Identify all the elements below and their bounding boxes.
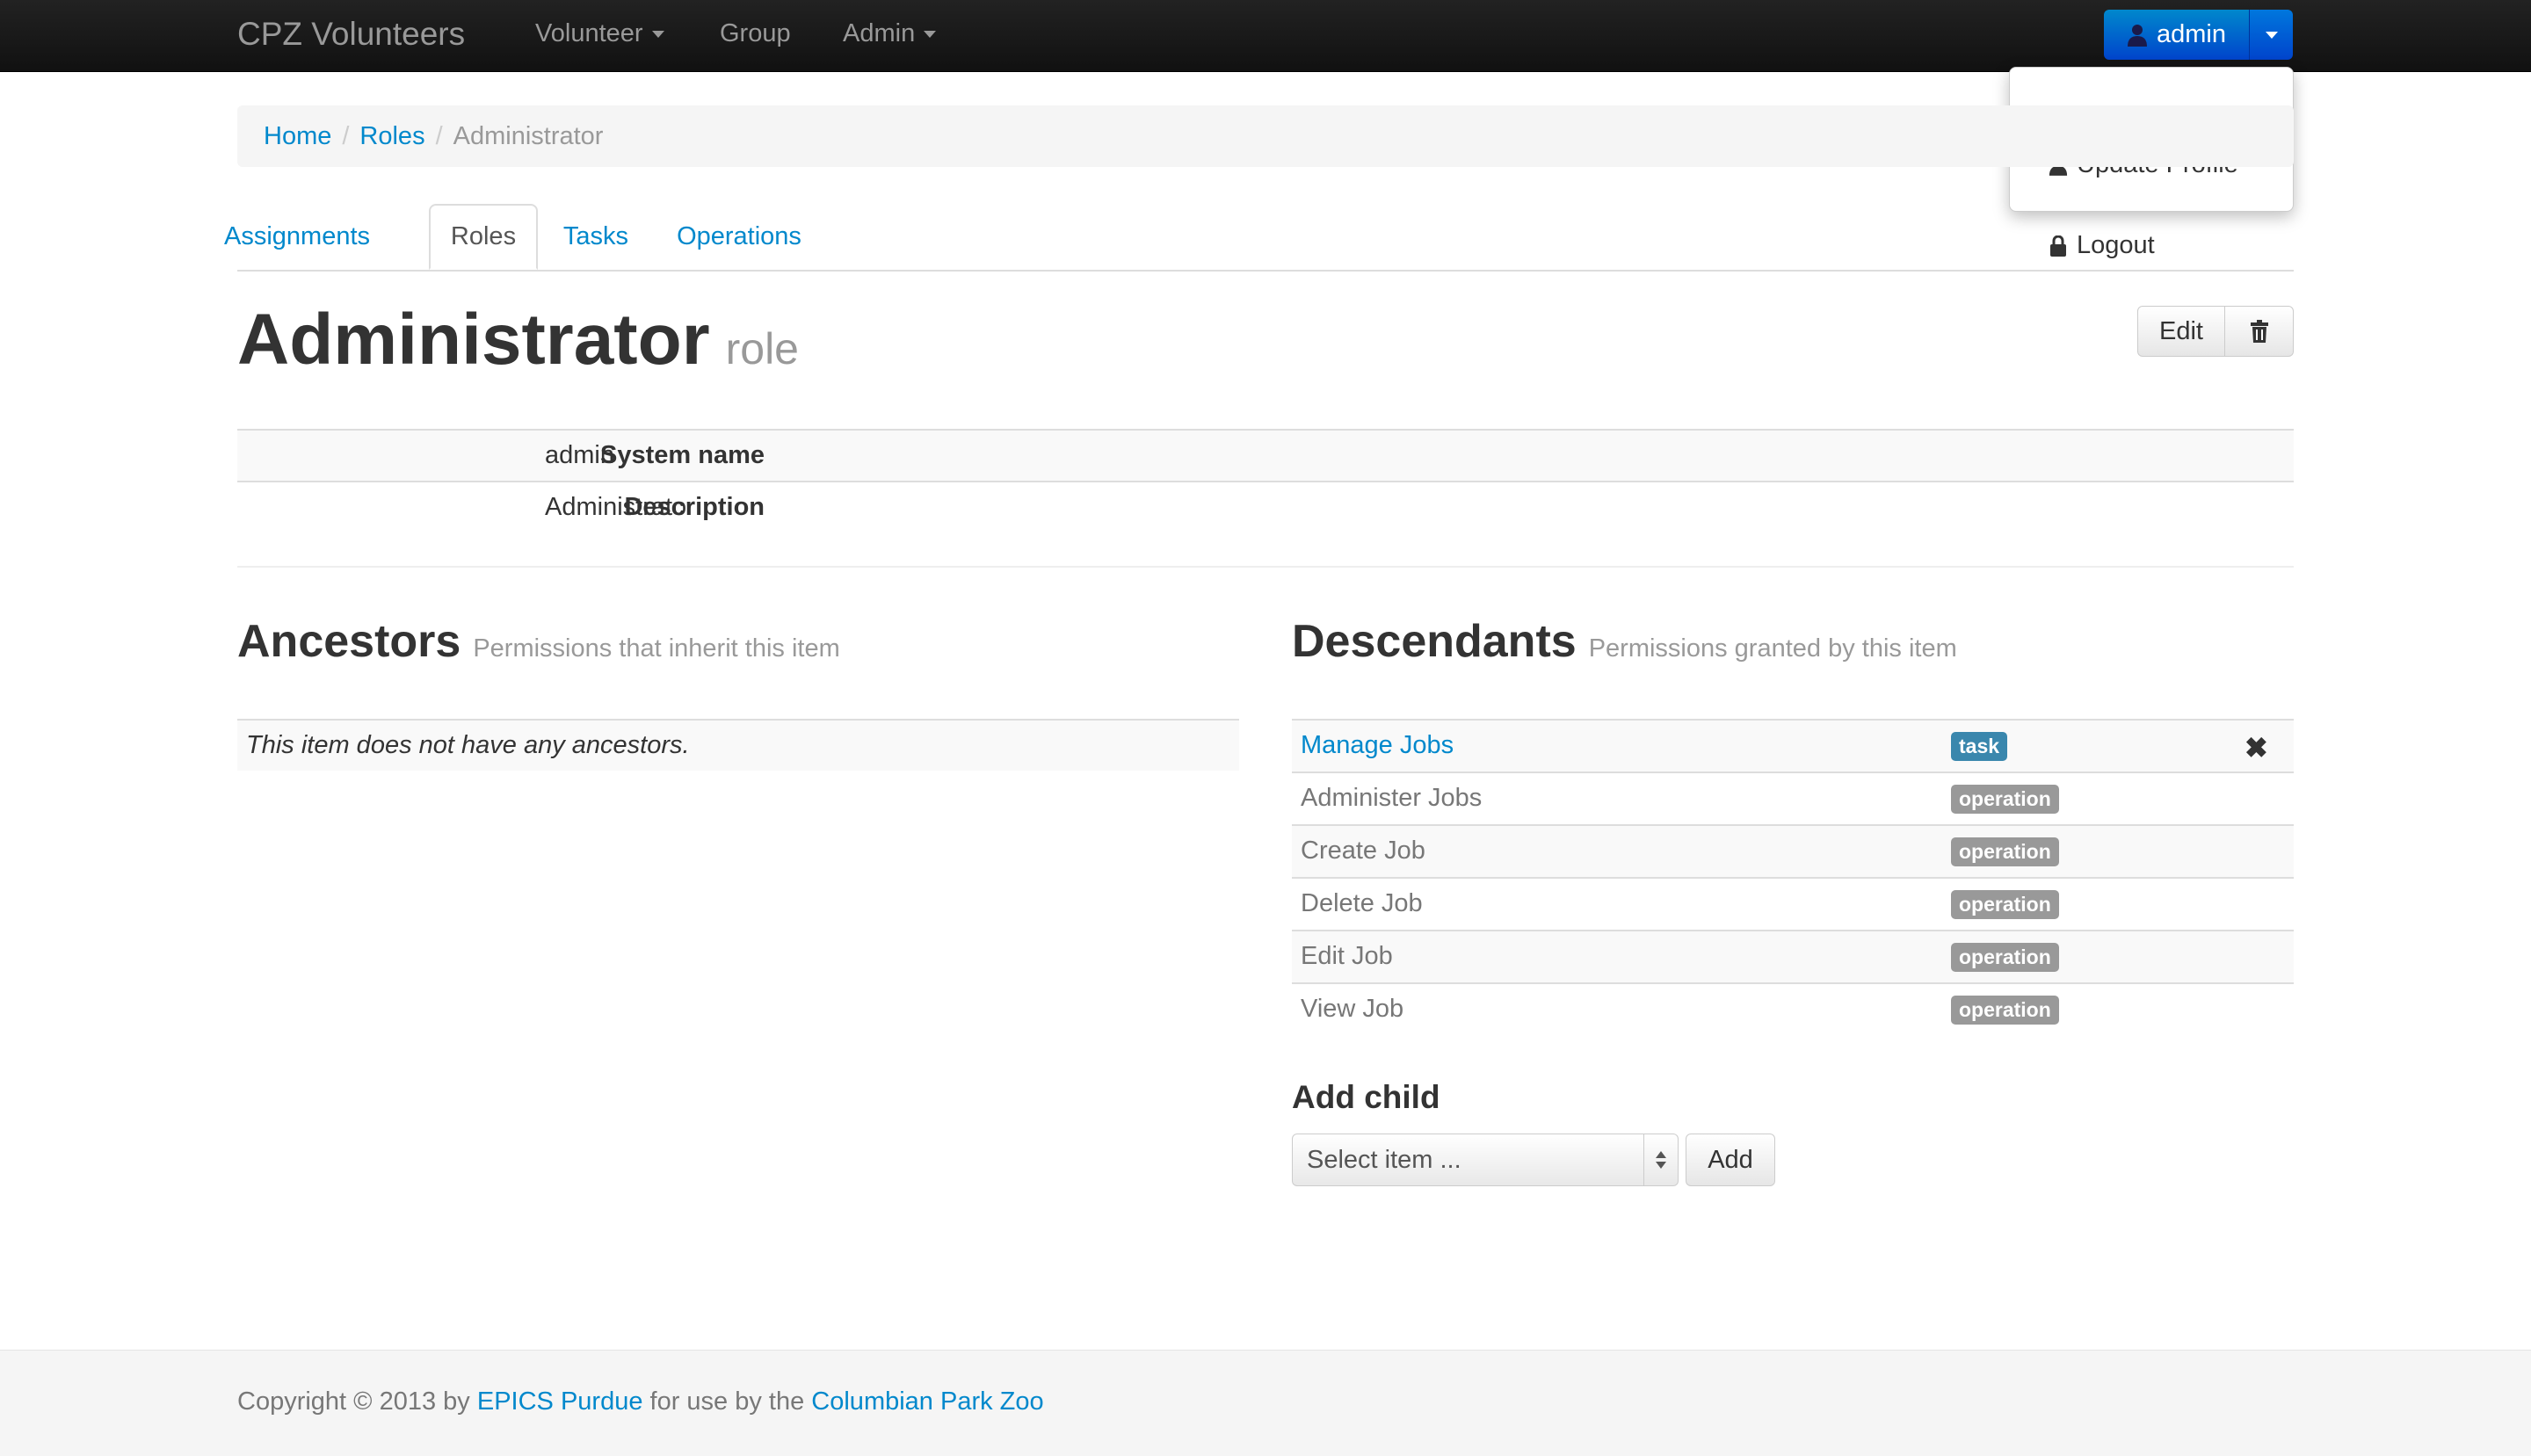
remove-icon[interactable]: ✖ — [2245, 731, 2268, 764]
add-child-title: Add child — [1292, 1079, 1440, 1115]
descendants-heading: Descendants Permissions granted by this i… — [1292, 615, 1957, 668]
chevron-down-icon — [924, 31, 937, 39]
breadcrumb-separator: / — [342, 122, 350, 150]
type-badge: operation — [1951, 837, 2059, 866]
descendant-name: Create Job — [1301, 837, 1425, 865]
ancestors-empty: This item does not have any ancestors. — [237, 719, 1239, 771]
type-badge: task — [1951, 732, 2008, 761]
descendant-name: Administer Jobs — [1301, 784, 1483, 812]
user-icon — [2128, 24, 2147, 47]
type-badge: operation — [1951, 943, 2059, 972]
divider — [237, 566, 2294, 568]
user-menu-toggle[interactable] — [2249, 10, 2293, 60]
detail-row-description: Description Administrator — [237, 481, 2294, 532]
tab-tasks[interactable]: Tasks — [550, 204, 642, 270]
descendants-title: Descendants — [1292, 616, 1577, 667]
type-badge: operation — [1951, 785, 2059, 814]
add-child-button[interactable]: Add — [1686, 1134, 1775, 1186]
descendant-name: View Job — [1301, 995, 1404, 1023]
edit-button[interactable]: Edit — [2137, 306, 2225, 357]
nav-group-label: Group — [720, 19, 791, 47]
navbar: CPZ Volunteers Volunteer Group Admin adm… — [0, 0, 2531, 72]
table-row: View Job operation — [1292, 982, 2294, 1035]
footer-prefix: Copyright © 2013 by — [237, 1387, 477, 1416]
footer-text: Copyright © 2013 by EPICS Purdue for use… — [237, 1387, 1044, 1416]
descendants-subtitle: Permissions granted by this item — [1588, 634, 1957, 663]
detail-value: Administrator — [545, 493, 695, 521]
breadcrumb-separator: / — [435, 122, 443, 150]
table-row: Administer Jobs operation — [1292, 771, 2294, 824]
chevron-down-icon — [2265, 31, 2278, 39]
ancestors-empty-text: This item does not have any ancestors. — [246, 731, 690, 759]
page-title-text: Administrator — [237, 300, 710, 380]
tab-assignments[interactable]: Assignments — [224, 204, 370, 270]
tab-operations[interactable]: Operations — [663, 204, 816, 270]
user-button-label: admin — [2157, 20, 2226, 48]
ancestors-heading: Ancestors Permissions that inherit this i… — [237, 615, 840, 668]
nav-volunteer[interactable]: Volunteer — [535, 19, 664, 48]
page-title: Administrator role — [237, 299, 799, 381]
detail-label: System name — [600, 441, 765, 469]
user-button[interactable]: admin — [2104, 10, 2249, 60]
breadcrumb-home[interactable]: Home — [264, 122, 331, 150]
tab-bar: Assignments Roles Tasks Operations — [224, 204, 2294, 272]
breadcrumb: Home / Roles / Administrator — [237, 105, 2294, 167]
brand-link[interactable]: CPZ Volunteers — [237, 16, 465, 53]
chevron-down-icon — [651, 31, 664, 39]
ancestors-title: Ancestors — [237, 616, 461, 667]
ancestors-subtitle: Permissions that inherit this item — [473, 634, 840, 663]
descendant-name: Edit Job — [1301, 942, 1393, 970]
nav-group[interactable]: Group — [720, 19, 791, 48]
detail-row-system-name: System name admin — [237, 429, 2294, 481]
nav-admin-label: Admin — [843, 19, 916, 47]
add-child-select[interactable]: Select item ... — [1292, 1134, 1679, 1186]
breadcrumb-roles[interactable]: Roles — [359, 122, 424, 150]
detail-value: admin — [545, 441, 614, 469]
type-badge: operation — [1951, 890, 2059, 919]
table-row: Manage Jobs task ✖ — [1292, 719, 2294, 771]
tab-roles[interactable]: Roles — [429, 204, 538, 270]
footer-middle: for use by the — [642, 1387, 812, 1416]
type-badge: operation — [1951, 996, 2059, 1025]
descendant-name: Delete Job — [1301, 889, 1423, 917]
trash-icon — [2250, 320, 2268, 343]
footer-link-epics[interactable]: EPICS Purdue — [477, 1387, 643, 1416]
select-placeholder: Select item ... — [1307, 1146, 1461, 1174]
nav-admin[interactable]: Admin — [843, 19, 937, 48]
nav-volunteer-label: Volunteer — [535, 19, 643, 47]
table-row: Delete Job operation — [1292, 877, 2294, 930]
table-row: Edit Job operation — [1292, 930, 2294, 982]
descendant-link-manage-jobs[interactable]: Manage Jobs — [1301, 731, 1454, 760]
footer-link-zoo[interactable]: Columbian Park Zoo — [811, 1387, 1043, 1416]
delete-button[interactable] — [2225, 306, 2294, 357]
breadcrumb-current: Administrator — [453, 122, 604, 150]
select-arrows-icon — [1643, 1134, 1678, 1185]
page-subtitle: role — [725, 324, 799, 373]
descendants-table: Manage Jobs task ✖ Administer Jobs opera… — [1292, 719, 2294, 1035]
table-row: Create Job operation — [1292, 824, 2294, 877]
detail-table: System name admin Description Administra… — [237, 429, 2294, 532]
action-button-group: Edit — [2137, 306, 2294, 357]
footer: Copyright © 2013 by EPICS Purdue for use… — [0, 1350, 2531, 1456]
